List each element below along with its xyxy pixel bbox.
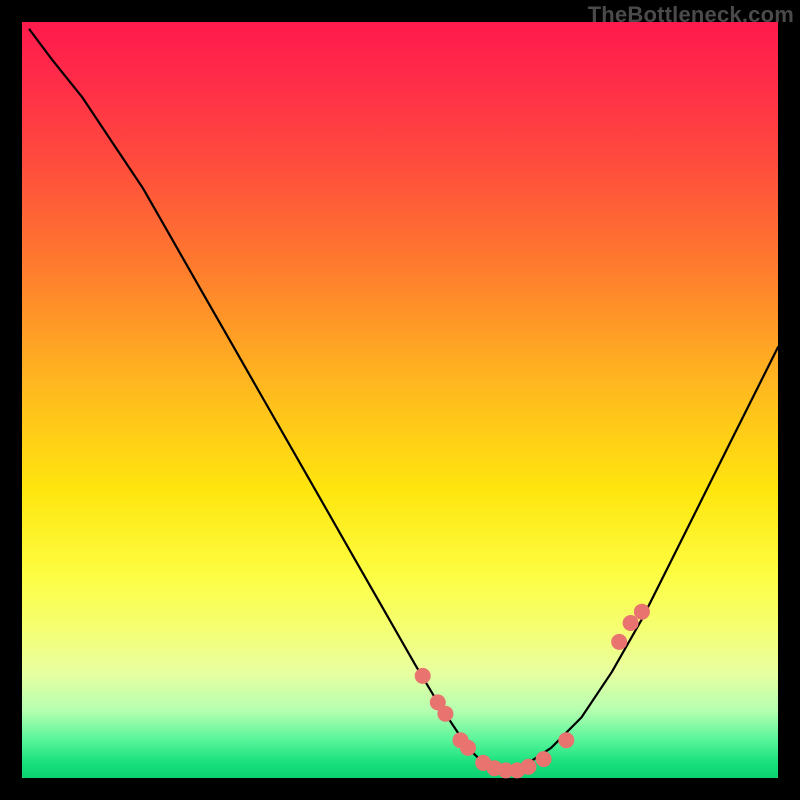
chart-svg xyxy=(22,22,778,778)
chart-frame xyxy=(22,22,778,778)
highlight-dot xyxy=(634,604,650,620)
bottleneck-curve-line xyxy=(30,30,778,771)
highlight-dot xyxy=(437,706,453,722)
highlight-dot xyxy=(415,668,431,684)
highlight-dot xyxy=(558,732,574,748)
highlight-dot xyxy=(611,634,627,650)
highlight-dot xyxy=(521,759,537,775)
highlight-dots-group xyxy=(415,604,650,779)
highlight-dot xyxy=(460,740,476,756)
watermark-text: TheBottleneck.com xyxy=(588,2,794,28)
highlight-dot xyxy=(623,615,639,631)
highlight-dot xyxy=(536,751,552,767)
